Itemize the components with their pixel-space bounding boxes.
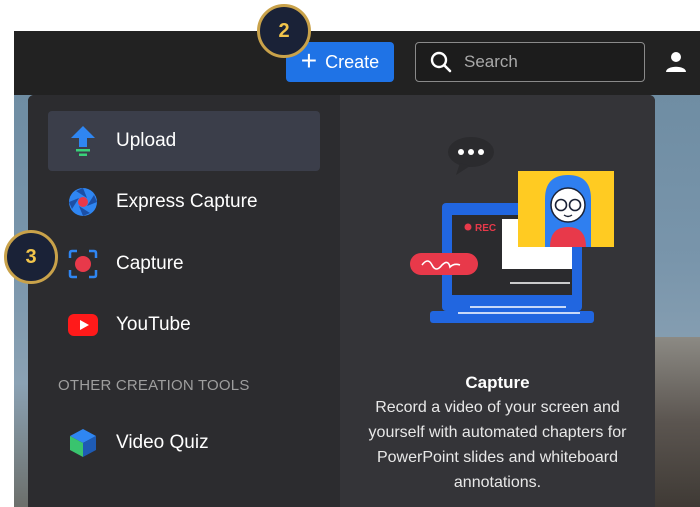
plus-icon: +	[300, 44, 318, 76]
video-quiz-icon	[68, 428, 98, 458]
menu-item-label: YouTube	[116, 314, 191, 335]
menu-item-upload[interactable]: Upload	[48, 111, 320, 171]
menu-item-label: Capture	[116, 253, 184, 274]
create-button-label: Create	[325, 51, 380, 72]
express-capture-icon	[68, 187, 98, 217]
other-creation-tools-heading: OTHER CREATION TOOLS	[58, 377, 250, 394]
search-input[interactable]: Search	[415, 42, 645, 82]
background-rocks	[650, 337, 700, 507]
menu-item-label: Upload	[116, 130, 177, 151]
preview-title: Capture	[465, 373, 530, 392]
creation-menu: Upload Express Capture Capture YouTube O…	[28, 95, 340, 507]
menu-item-video-quiz[interactable]: Video Quiz	[48, 413, 320, 473]
menu-item-youtube[interactable]: YouTube	[48, 295, 320, 355]
youtube-icon	[68, 310, 98, 340]
rec-label: REC	[475, 223, 496, 234]
user-icon[interactable]	[664, 50, 688, 74]
capture-icon	[68, 249, 98, 279]
search-icon	[430, 51, 452, 73]
search-placeholder: Search	[464, 52, 518, 71]
capture-preview: REC Capture Record a video of your scree…	[340, 95, 655, 507]
step-badge-3: 3	[4, 230, 58, 284]
preview-description: Record a video of your screen and yourse…	[368, 399, 627, 491]
menu-item-capture[interactable]: Capture	[48, 234, 320, 294]
capture-illustration: REC	[410, 137, 614, 323]
step-badge-2: 2	[257, 4, 311, 58]
upload-icon	[68, 126, 98, 156]
menu-item-label: Video Quiz	[116, 432, 209, 453]
create-dropdown-panel: Upload Express Capture Capture YouTube O…	[28, 95, 655, 507]
menu-item-express-capture[interactable]: Express Capture	[48, 172, 320, 232]
menu-item-label: Express Capture	[116, 191, 258, 212]
